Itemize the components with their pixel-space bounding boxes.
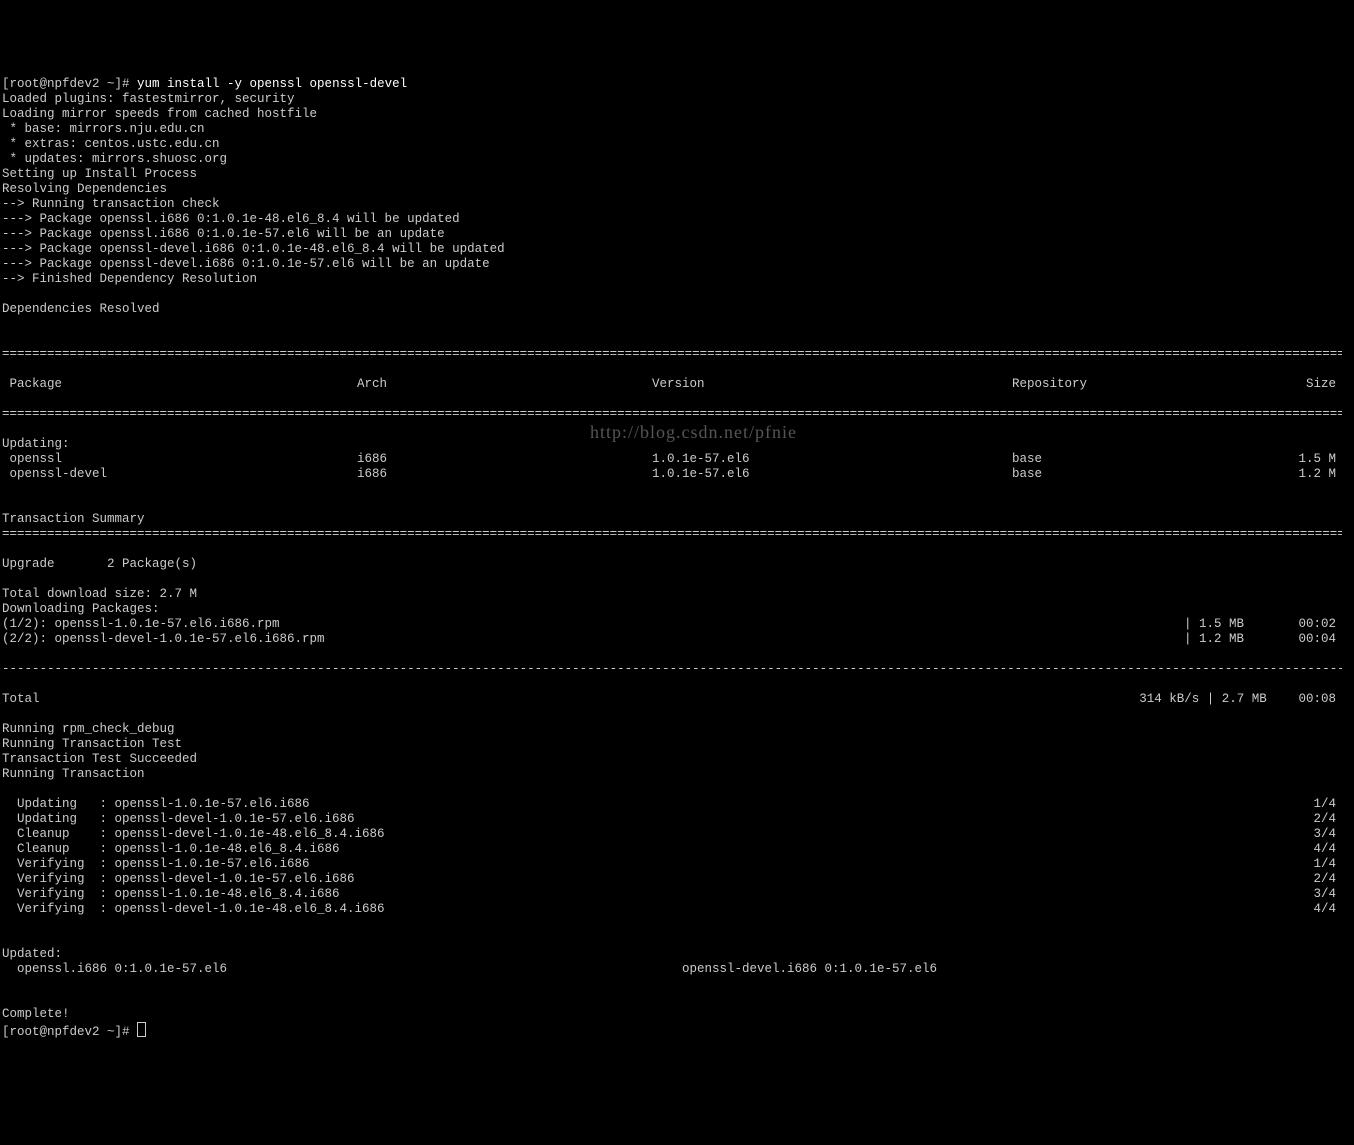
trans-action: Updating : openssl-devel-1.0.1e-57.el6.i… xyxy=(2,812,1302,827)
updated-pkg: openssl-devel.i686 0:1.0.1e-57.el6 xyxy=(682,962,1336,977)
col-repo: Repository xyxy=(1012,377,1257,392)
transaction-row: Verifying : openssl-1.0.1e-57.el6.i6861/… xyxy=(2,857,1336,872)
col-version: Version xyxy=(652,377,1012,392)
dl-name: (2/2): openssl-devel-1.0.1e-57.el6.i686.… xyxy=(2,632,1184,647)
trans-progress: 4/4 xyxy=(1302,902,1336,917)
trans-progress: 2/4 xyxy=(1302,812,1336,827)
output-line: Resolving Dependencies xyxy=(2,182,1352,197)
total-row: Total314 kB/s | 2.7 MB00:08 xyxy=(2,692,1336,707)
output-line: ---> Package openssl-devel.i686 0:1.0.1e… xyxy=(2,242,1352,257)
cursor-icon xyxy=(137,1022,146,1037)
cell-arch: i686 xyxy=(357,467,652,482)
complete-label: Complete! xyxy=(2,1007,70,1021)
updated-pkg: openssl.i686 0:1.0.1e-57.el6 xyxy=(2,962,682,977)
updated-label: Updated: xyxy=(2,947,62,961)
trans-progress: 3/4 xyxy=(1302,827,1336,842)
trans-action: Updating : openssl-1.0.1e-57.el6.i686 xyxy=(2,797,1302,812)
output-line: Running Transaction xyxy=(2,767,1352,782)
table-row: openssli6861.0.1e-57.el6base1.5 M xyxy=(2,452,1336,467)
trans-progress: 4/4 xyxy=(1302,842,1336,857)
updating-label: Updating: xyxy=(2,437,70,451)
shell-prompt: [root@npfdev2 ~]# xyxy=(2,77,137,91)
blank xyxy=(2,932,10,946)
cell-ver: 1.0.1e-57.el6 xyxy=(652,452,1012,467)
terminal[interactable]: [root@npfdev2 ~]# yum install -y openssl… xyxy=(2,62,1352,1040)
trans-action: Verifying : openssl-devel-1.0.1e-48.el6_… xyxy=(2,902,1302,917)
trans-progress: 1/4 xyxy=(1302,857,1336,872)
cell-pkg: openssl xyxy=(2,452,357,467)
trans-action: Verifying : openssl-devel-1.0.1e-57.el6.… xyxy=(2,872,1302,887)
transaction-row: Updating : openssl-1.0.1e-57.el6.i6861/4 xyxy=(2,797,1336,812)
transaction-row: Verifying : openssl-1.0.1e-48.el6_8.4.i6… xyxy=(2,887,1336,902)
output-line: Transaction Test Succeeded xyxy=(2,752,1352,767)
cell-repo: base xyxy=(1012,467,1257,482)
output-line xyxy=(2,317,1352,332)
dl-name: (1/2): openssl-1.0.1e-57.el6.i686.rpm xyxy=(2,617,1184,632)
output-line: --> Running transaction check xyxy=(2,197,1352,212)
output-line: ---> Package openssl-devel.i686 0:1.0.1e… xyxy=(2,257,1352,272)
output-line: Setting up Install Process xyxy=(2,167,1352,182)
updated-row: openssl.i686 0:1.0.1e-57.el6openssl-deve… xyxy=(2,962,1336,977)
output-line: * updates: mirrors.shuosc.org xyxy=(2,152,1352,167)
hr-double: ========================================… xyxy=(2,347,1342,362)
downloading-label: Downloading Packages: xyxy=(2,602,160,616)
transaction-row: Cleanup : openssl-1.0.1e-48.el6_8.4.i686… xyxy=(2,842,1336,857)
output-line: Loaded plugins: fastestmirror, security xyxy=(2,92,1352,107)
dl-time: 00:04 xyxy=(1264,632,1336,647)
trans-progress: 2/4 xyxy=(1302,872,1336,887)
output-line: * base: mirrors.nju.edu.cn xyxy=(2,122,1352,137)
trans-progress: 3/4 xyxy=(1302,887,1336,902)
watermark-text: http://blog.csdn.net/pfnie xyxy=(590,425,797,440)
output-line xyxy=(2,287,1352,302)
transaction-row: Updating : openssl-devel-1.0.1e-57.el6.i… xyxy=(2,812,1336,827)
dl-size: | 1.5 MB xyxy=(1184,617,1264,632)
total-dl-size: Total download size: 2.7 M xyxy=(2,587,197,601)
output-line: Dependencies Resolved xyxy=(2,302,1352,317)
transaction-row: Verifying : openssl-devel-1.0.1e-57.el6.… xyxy=(2,872,1336,887)
cell-ver: 1.0.1e-57.el6 xyxy=(652,467,1012,482)
dl-size: | 1.2 MB xyxy=(1184,632,1264,647)
total-rate: 314 kB/s | 2.7 MB xyxy=(1139,692,1267,707)
typed-command: yum install -y openssl openssl-devel xyxy=(137,77,407,91)
output-line: * extras: centos.ustc.edu.cn xyxy=(2,137,1352,152)
download-row: (2/2): openssl-devel-1.0.1e-57.el6.i686.… xyxy=(2,632,1336,647)
cell-repo: base xyxy=(1012,452,1257,467)
shell-prompt: [root@npfdev2 ~]# xyxy=(2,1025,137,1039)
col-package: Package xyxy=(2,377,357,392)
dl-time: 00:02 xyxy=(1264,617,1336,632)
download-row: (1/2): openssl-1.0.1e-57.el6.i686.rpm| 1… xyxy=(2,617,1336,632)
cell-arch: i686 xyxy=(357,452,652,467)
cell-size: 1.5 M xyxy=(1257,452,1336,467)
output-line: Running rpm_check_debug xyxy=(2,722,1352,737)
total-label: Total xyxy=(2,692,1139,707)
trans-action: Verifying : openssl-1.0.1e-48.el6_8.4.i6… xyxy=(2,887,1302,902)
blank xyxy=(2,497,10,511)
table-header: PackageArchVersionRepositorySize xyxy=(2,377,1336,392)
blank xyxy=(2,572,10,586)
output-line: ---> Package openssl.i686 0:1.0.1e-48.el… xyxy=(2,212,1352,227)
output-line: --> Finished Dependency Resolution xyxy=(2,272,1352,287)
output-line: Loading mirror speeds from cached hostfi… xyxy=(2,107,1352,122)
output-line: Running Transaction Test xyxy=(2,737,1352,752)
transaction-row: Verifying : openssl-devel-1.0.1e-48.el6_… xyxy=(2,902,1336,917)
hr-dash: ----------------------------------------… xyxy=(2,662,1342,677)
trans-summary-label: Transaction Summary xyxy=(2,512,145,526)
col-size: Size xyxy=(1257,377,1336,392)
hr-double: ========================================… xyxy=(2,527,1342,542)
output-line: ---> Package openssl.i686 0:1.0.1e-57.el… xyxy=(2,227,1352,242)
table-row: openssl-develi6861.0.1e-57.el6base1.2 M xyxy=(2,467,1336,482)
hr-double: ========================================… xyxy=(2,407,1342,422)
trans-progress: 1/4 xyxy=(1302,797,1336,812)
transaction-row: Cleanup : openssl-devel-1.0.1e-48.el6_8.… xyxy=(2,827,1336,842)
trans-action: Cleanup : openssl-1.0.1e-48.el6_8.4.i686 xyxy=(2,842,1302,857)
trans-action: Verifying : openssl-1.0.1e-57.el6.i686 xyxy=(2,857,1302,872)
cell-pkg: openssl-devel xyxy=(2,467,357,482)
col-arch: Arch xyxy=(357,377,652,392)
trans-action: Cleanup : openssl-devel-1.0.1e-48.el6_8.… xyxy=(2,827,1302,842)
total-time: 00:08 xyxy=(1267,692,1336,707)
blank xyxy=(2,992,10,1006)
upgrade-summary: Upgrade 2 Package(s) xyxy=(2,557,197,571)
cell-size: 1.2 M xyxy=(1257,467,1336,482)
